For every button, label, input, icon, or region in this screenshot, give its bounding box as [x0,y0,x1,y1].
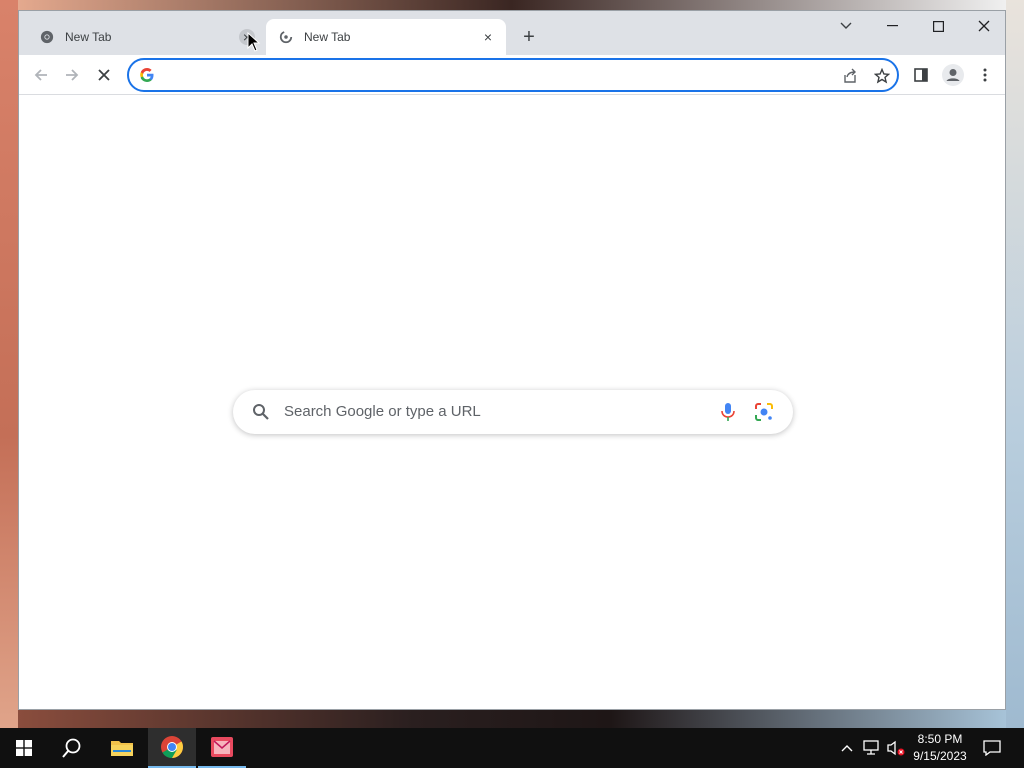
maximize-icon[interactable] [915,11,961,41]
arrow-left-icon[interactable] [27,61,55,89]
app-icon[interactable] [198,728,246,768]
page-content: Search Google or type a URL [19,96,1005,709]
chrome-icon[interactable] [148,728,196,768]
search-icon[interactable] [48,728,96,768]
mic-icon[interactable] [717,401,739,423]
close-tab-icon[interactable]: × [480,29,496,45]
tab-new-tab-1[interactable]: New Tab × [27,19,265,55]
address-bar[interactable] [127,58,899,92]
network-icon[interactable] [860,728,882,768]
search-icon [251,402,271,422]
clock-time: 8:50 PM [917,732,963,746]
wallpaper-right [1006,0,1024,728]
windows-start-icon[interactable] [0,728,48,768]
share-icon[interactable] [839,65,861,87]
google-lens-icon[interactable] [753,401,775,423]
plus-icon[interactable]: + [517,25,541,49]
tab-strip: New Tab × New Tab × + [19,11,1005,55]
stop-icon[interactable] [90,61,118,89]
close-icon[interactable] [961,11,1007,41]
google-search-box[interactable]: Search Google or type a URL [233,390,793,434]
star-icon[interactable] [871,65,893,87]
profile-icon[interactable] [939,61,967,89]
chrome-icon [39,29,55,45]
wallpaper-bottom [18,710,1006,728]
wallpaper-left [0,0,18,728]
minimize-icon[interactable] [869,11,915,41]
loading-icon [278,29,294,45]
notification-icon[interactable] [978,728,1006,768]
browser-toolbar [19,55,1005,95]
address-input[interactable] [163,65,823,85]
side-panel-icon[interactable] [907,61,935,89]
tab-title: New Tab [65,30,112,44]
chevron-up-icon[interactable] [838,728,856,768]
tab-new-tab-2[interactable]: New Tab × [266,19,506,55]
google-g-icon [139,67,155,83]
system-clock[interactable]: 8:50 PM 9/15/2023 [908,731,972,765]
volume-muted-icon[interactable] [884,728,908,768]
arrow-right-icon[interactable] [58,61,86,89]
kebab-menu-icon[interactable] [971,61,999,89]
mouse-cursor-icon [247,32,261,52]
clock-date: 9/15/2023 [913,749,967,763]
tab-title: New Tab [304,30,351,44]
browser-window: New Tab × New Tab × + Search Google or t… [18,10,1006,710]
tab-search-icon[interactable] [823,11,869,41]
search-placeholder: Search Google or type a URL [284,403,481,420]
file-explorer-icon[interactable] [98,728,146,768]
taskbar: 8:50 PM 9/15/2023 [0,728,1024,768]
wallpaper-top [18,0,1006,10]
